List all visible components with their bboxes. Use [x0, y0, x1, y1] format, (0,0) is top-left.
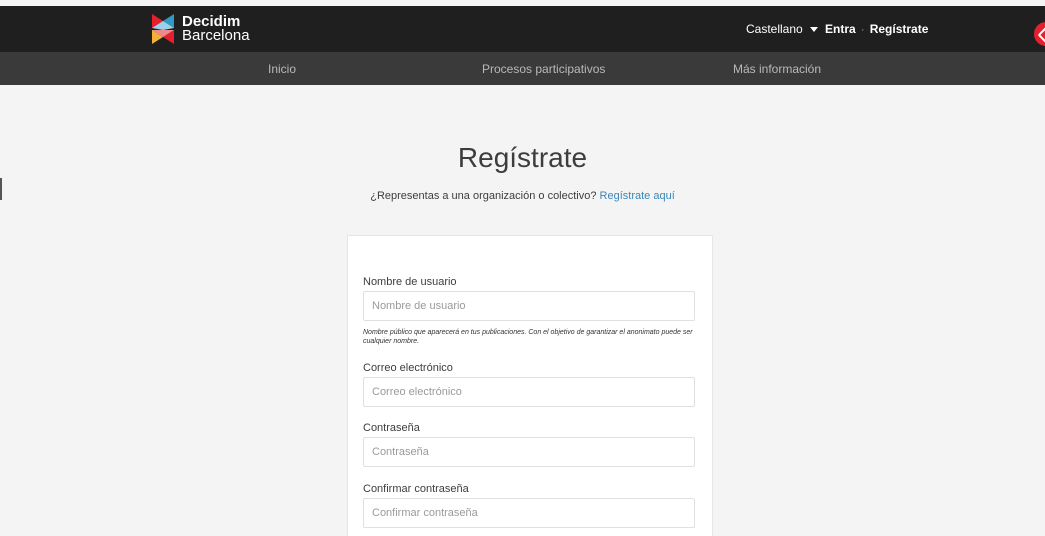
nav-item-procesos-participativos[interactable]: Procesos participativos	[482, 62, 605, 76]
login-link[interactable]: Entra	[825, 22, 856, 36]
decidim-logo-icon	[152, 14, 174, 44]
top-header: Decidim Barcelona Castellano Entra · Reg…	[0, 6, 1045, 52]
chevron-down-icon	[809, 26, 818, 32]
register-link[interactable]: Regístrate	[870, 22, 929, 36]
nav-item-mas-informacion[interactable]: Más información	[733, 62, 821, 76]
language-label: Castellano	[746, 22, 803, 36]
password-label: Contraseña	[363, 422, 420, 434]
decidim-logo[interactable]: Decidim Barcelona	[152, 14, 250, 44]
nav-item-inicio[interactable]: Inicio	[268, 62, 296, 76]
email-input[interactable]	[363, 377, 695, 407]
username-label: Nombre de usuario	[363, 276, 457, 288]
email-label: Correo electrónico	[363, 362, 453, 374]
username-help-text: Nombre público que aparecerá en tus publ…	[363, 329, 693, 345]
logo-line-2: Barcelona	[182, 27, 250, 44]
page-subtitle: ¿Representas a una organización o colect…	[0, 190, 1045, 202]
confirm-password-input[interactable]	[363, 498, 695, 528]
confirm-password-label: Confirmar contraseña	[363, 483, 469, 495]
password-input[interactable]	[363, 437, 695, 467]
page-title: Regístrate	[457, 142, 588, 173]
language-selector[interactable]: Castellano	[746, 22, 818, 36]
auth-separator: ·	[860, 22, 865, 36]
subtitle-text: ¿Representas a una organización o colect…	[370, 190, 597, 202]
registration-form-card: Nombre de usuario Nombre público que apa…	[347, 235, 713, 536]
auth-links: Entra · Regístrate	[825, 22, 928, 36]
help-badge-icon[interactable]	[1034, 22, 1045, 46]
main-navigation: Inicio Procesos participativos Más infor…	[0, 52, 1045, 85]
register-organization-link[interactable]: Regístrate aquí	[600, 190, 675, 202]
logo-text: Decidim Barcelona	[182, 14, 250, 44]
username-input[interactable]	[363, 291, 695, 321]
